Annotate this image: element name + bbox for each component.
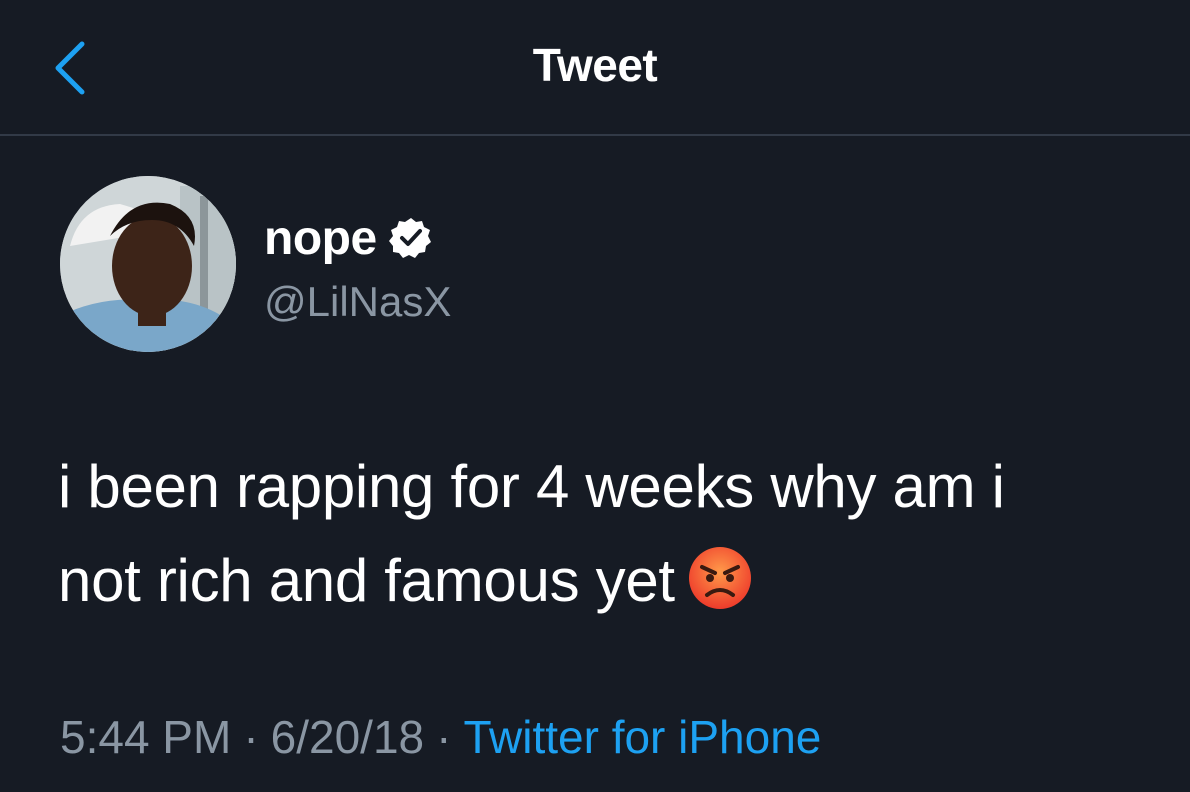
verified-badge-icon [388, 216, 433, 260]
tweet-detail-screen: Tweet nope @LilNasX i been rapping for 4… [0, 0, 1190, 792]
tweet-text-line-2-text: not rich and famous yet [58, 547, 675, 614]
avatar[interactable] [60, 176, 236, 352]
angry-face-icon [687, 544, 753, 610]
display-name-row: nope [264, 210, 451, 266]
tweet-time: 5:44 PM [60, 711, 232, 763]
navigation-header: Tweet [0, 0, 1190, 136]
tweet-source-link[interactable]: Twitter for iPhone [463, 711, 821, 763]
user-handle[interactable]: @LilNasX [264, 278, 451, 326]
tweet-text-line-2: not rich and famous yet [58, 534, 1158, 628]
meta-separator: · [243, 711, 259, 763]
tweet-text-line-1: i been rapping for 4 weeks why am i [58, 453, 1005, 520]
tweet-text: i been rapping for 4 weeks why am i not … [58, 440, 1158, 628]
display-name[interactable]: nope [264, 211, 377, 266]
avatar-photo [60, 176, 236, 352]
page-title: Tweet [532, 39, 658, 91]
tweet-date: 6/20/18 [270, 711, 425, 763]
tweet-meta: 5:44 PM · 6/20/18 · Twitter for iPhone [60, 710, 821, 764]
meta-separator: · [436, 711, 452, 763]
author-names: nope @LilNasX [264, 210, 451, 326]
tweet-author: nope @LilNasX [60, 176, 760, 356]
